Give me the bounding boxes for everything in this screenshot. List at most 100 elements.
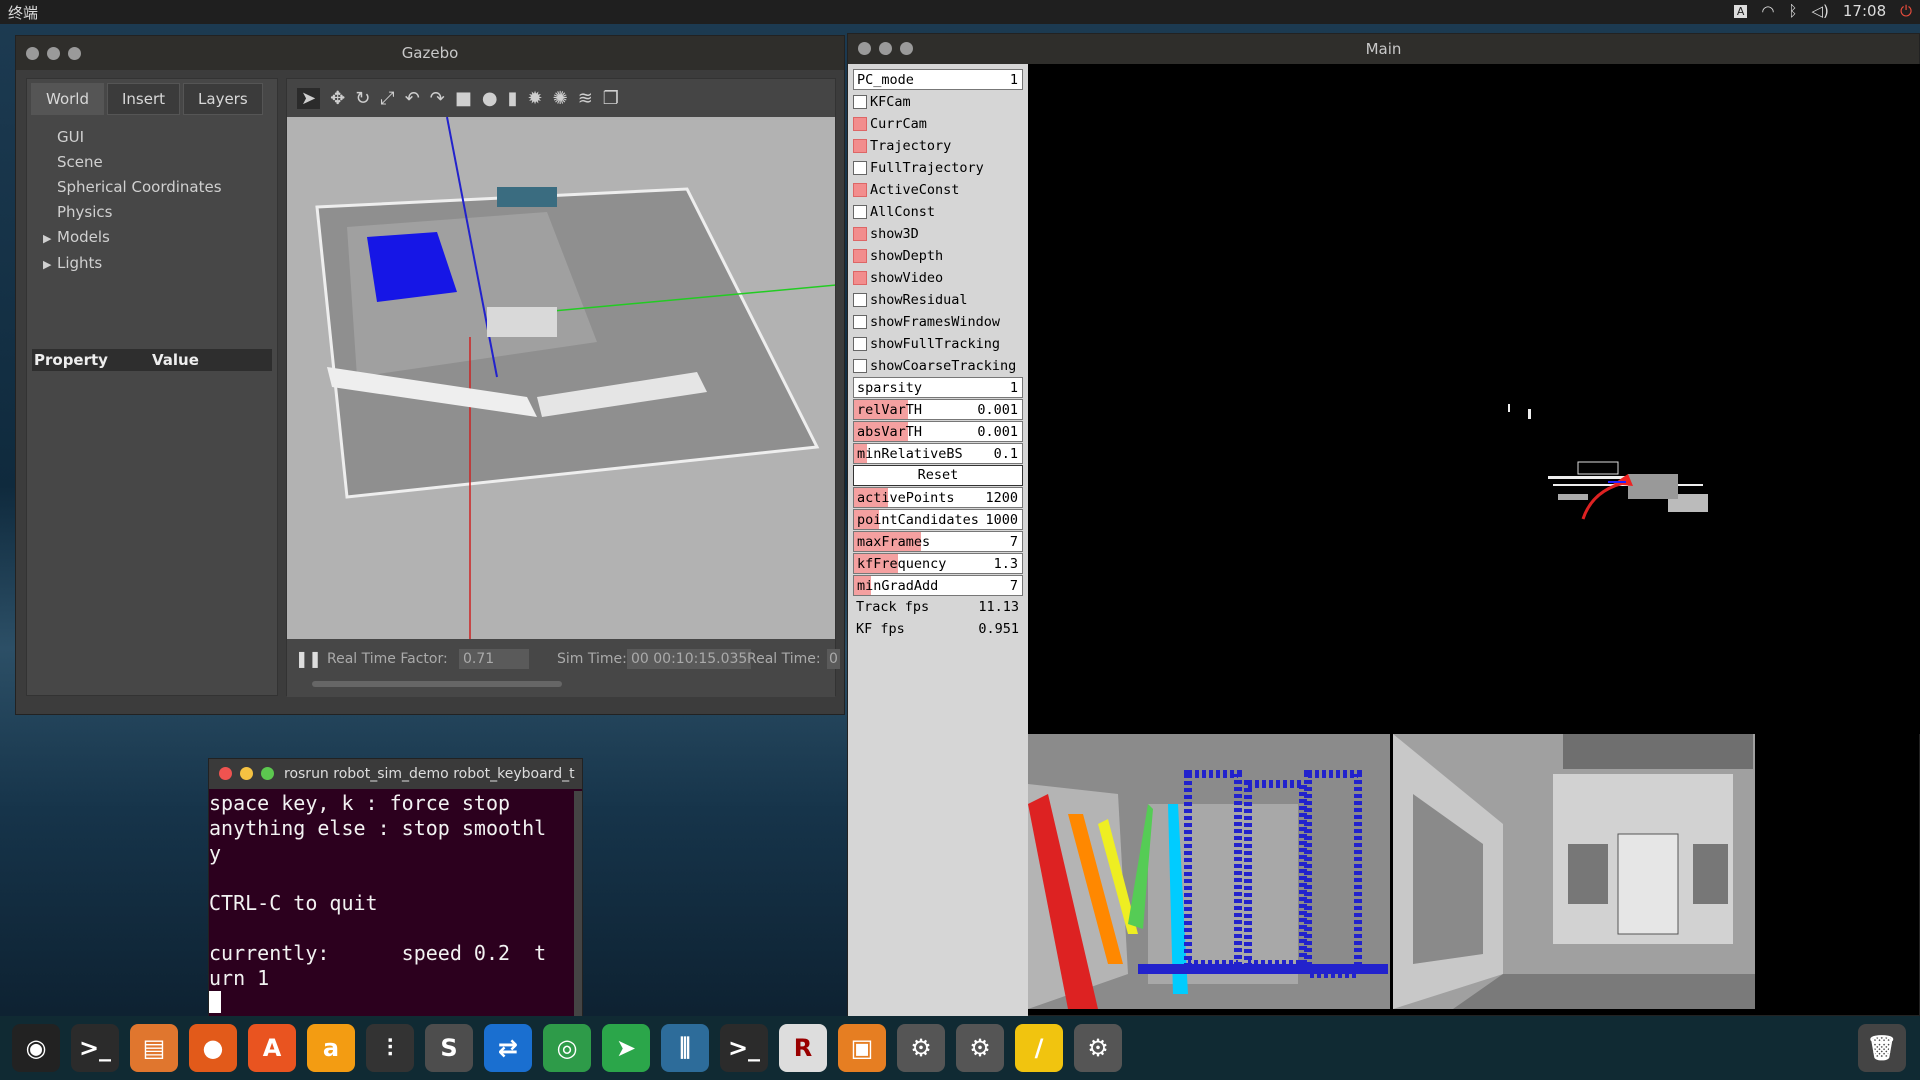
slider-sparsity[interactable]: sparsity 1: [853, 377, 1023, 398]
terminal-output[interactable]: space key, k : force stop anything else …: [209, 791, 546, 991]
amazon-icon[interactable]: a: [307, 1024, 355, 1072]
keyboard-icon[interactable]: A: [1733, 4, 1748, 18]
sphere-shape-icon[interactable]: ●: [482, 88, 498, 109]
tab-world[interactable]: World: [31, 83, 104, 115]
cylinder-shape-icon[interactable]: ▮: [508, 88, 518, 109]
undo-icon[interactable]: ↶: [405, 88, 420, 109]
scale-tool-icon[interactable]: ⤢: [380, 88, 394, 109]
checkbox-showvideo[interactable]: showVideo: [853, 267, 1023, 288]
spot-light-icon[interactable]: ✺: [553, 88, 568, 109]
select-tool-icon[interactable]: ➤: [297, 87, 321, 109]
pc-mode-field[interactable]: PC_mode 1: [853, 69, 1023, 90]
slider-pointcandidates[interactable]: pointCandidates 1000: [853, 509, 1023, 530]
maximize-button[interactable]: [261, 767, 274, 780]
checkbox-box[interactable]: [853, 138, 867, 153]
checkbox-showframeswindow[interactable]: showFramesWindow: [853, 311, 1023, 332]
terminal-titlebar[interactable]: rosrun robot_sim_demo robot_keyboard_t: [209, 759, 582, 789]
slider-activepoints[interactable]: activePoints 1200: [853, 487, 1023, 508]
power-icon[interactable]: ⏻: [1900, 2, 1912, 20]
checkbox-box[interactable]: [853, 94, 867, 109]
terminal-icon[interactable]: >_: [720, 1024, 768, 1072]
checkbox-box[interactable]: [853, 358, 867, 373]
checkbox-box[interactable]: [853, 204, 867, 219]
pause-button[interactable]: ❚❚: [295, 649, 322, 668]
main-titlebar[interactable]: Main: [848, 34, 1919, 64]
terminal-window[interactable]: rosrun robot_sim_demo robot_keyboard_t s…: [208, 758, 583, 1018]
reset-button[interactable]: Reset: [853, 465, 1023, 486]
copy-icon[interactable]: ❐: [603, 88, 619, 109]
wifi-icon[interactable]: ◠: [1761, 2, 1774, 20]
tree-item-models[interactable]: ▶ Models: [43, 225, 277, 251]
tree-item-physics[interactable]: Physics: [57, 200, 277, 225]
checkbox-fulltrajectory[interactable]: FullTrajectory: [853, 157, 1023, 178]
close-button[interactable]: [858, 42, 871, 55]
checkbox-showresidual[interactable]: showResidual: [853, 289, 1023, 310]
slider-absvarth[interactable]: absVarTH 0.001: [853, 421, 1023, 442]
package-icon[interactable]: ▣: [838, 1024, 886, 1072]
close-button[interactable]: [219, 767, 232, 780]
slider-maxframes[interactable]: maxFrames 7: [853, 531, 1023, 552]
checkbox-showcoarsetracking[interactable]: showCoarseTracking: [853, 355, 1023, 376]
checkbox-box[interactable]: [853, 314, 867, 329]
teamviewer-icon[interactable]: ⇄: [484, 1024, 532, 1072]
maximize-button[interactable]: [900, 42, 913, 55]
directional-light-icon[interactable]: ≋: [578, 88, 593, 109]
minimize-button[interactable]: [47, 47, 60, 60]
rviz-icon[interactable]: R: [779, 1024, 827, 1072]
slider-kffrequency[interactable]: kfFrequency 1.3: [853, 553, 1023, 574]
telegram-icon[interactable]: ➤: [602, 1024, 650, 1072]
tab-layers[interactable]: Layers: [183, 83, 263, 115]
minimize-button[interactable]: [240, 767, 253, 780]
tree-item-scene[interactable]: Scene: [57, 150, 277, 175]
checkbox-showfulltracking[interactable]: showFullTracking: [853, 333, 1023, 354]
expand-arrow-icon[interactable]: ▶: [43, 226, 57, 251]
checkbox-box[interactable]: [853, 336, 867, 351]
gazebo-scene[interactable]: [287, 117, 835, 639]
settings-icon[interactable]: ⚙: [1074, 1024, 1122, 1072]
firefox-icon[interactable]: ●: [189, 1024, 237, 1072]
close-button[interactable]: [26, 47, 39, 60]
checkbox-box[interactable]: [853, 248, 867, 263]
tree-item-lights[interactable]: ▶ Lights: [43, 251, 277, 277]
settings-icon[interactable]: ⚙: [897, 1024, 945, 1072]
volume-icon[interactable]: ◁): [1812, 2, 1829, 20]
checkbox-allconst[interactable]: AllConst: [853, 201, 1023, 222]
expand-arrow-icon[interactable]: ▶: [43, 252, 57, 277]
bluetooth-icon[interactable]: ᛒ: [1788, 2, 1797, 20]
checkbox-showdepth[interactable]: showDepth: [853, 245, 1023, 266]
trash-icon[interactable]: 🗑: [1858, 1024, 1906, 1072]
redo-icon[interactable]: ↷: [430, 88, 445, 109]
point-cloud-view[interactable]: [1028, 64, 1920, 734]
checkbox-show3d[interactable]: show3D: [853, 223, 1023, 244]
horizontal-scrollbar[interactable]: [312, 681, 562, 687]
chrome-icon[interactable]: ◎: [543, 1024, 591, 1072]
checkbox-box[interactable]: [853, 182, 867, 197]
software-center-icon[interactable]: A: [248, 1024, 296, 1072]
terminal-scrollbar[interactable]: [574, 791, 582, 1016]
sublime-icon[interactable]: S: [425, 1024, 473, 1072]
mixer-icon[interactable]: ⫶: [366, 1024, 414, 1072]
slider-relvarth[interactable]: relVarTH 0.001: [853, 399, 1023, 420]
clock[interactable]: 17:08: [1843, 2, 1886, 20]
settings-icon[interactable]: ⚙: [956, 1024, 1004, 1072]
gazebo-titlebar[interactable]: Gazebo: [16, 36, 844, 70]
tab-insert[interactable]: Insert: [107, 83, 181, 115]
translate-tool-icon[interactable]: ✥: [330, 88, 345, 109]
ubuntu-logo-icon[interactable]: ◉: [12, 1024, 60, 1072]
minimize-button[interactable]: [879, 42, 892, 55]
maximize-button[interactable]: [68, 47, 81, 60]
checkbox-currcam[interactable]: CurrCam: [853, 113, 1023, 134]
checkbox-box[interactable]: [853, 226, 867, 241]
box-shape-icon[interactable]: ■: [455, 88, 472, 109]
checkbox-box[interactable]: [853, 292, 867, 307]
checkbox-box[interactable]: [853, 160, 867, 175]
checkbox-box[interactable]: [853, 270, 867, 285]
files-icon[interactable]: ▤: [130, 1024, 178, 1072]
checkbox-box[interactable]: [853, 116, 867, 131]
terminal-icon[interactable]: >_: [71, 1024, 119, 1072]
tree-item-gui[interactable]: GUI: [57, 125, 277, 150]
slider-minrelativebs[interactable]: minRelativeBS 0.1: [853, 443, 1023, 464]
rotate-tool-icon[interactable]: ↻: [355, 88, 370, 109]
checkbox-kfcam[interactable]: KFCam: [853, 91, 1023, 112]
point-light-icon[interactable]: ✹: [528, 88, 543, 109]
